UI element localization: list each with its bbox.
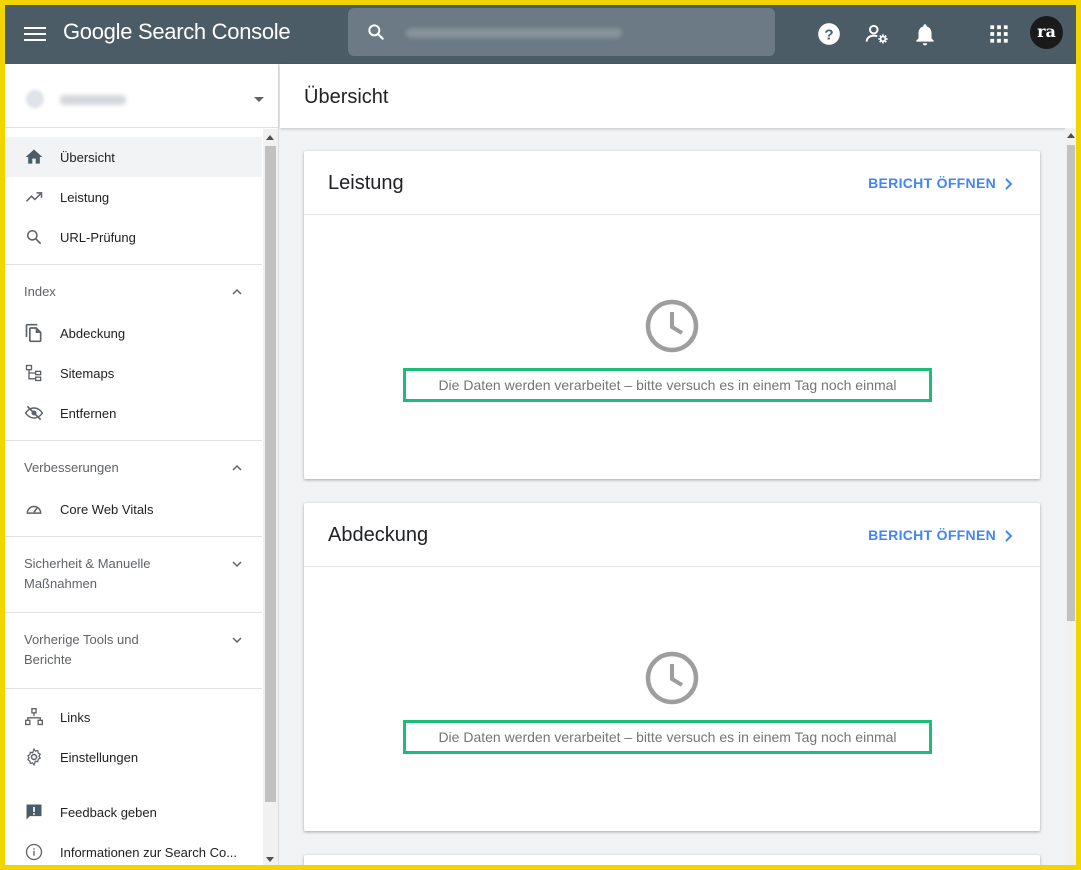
section-label-line-2: Berichte xyxy=(24,652,72,667)
section-header-sicherheit[interactable]: Sicherheit & Manuelle Maßnahmen xyxy=(5,554,262,598)
clock-icon xyxy=(645,651,699,705)
card-abdeckung: Abdeckung BERICHT ÖFFNEN Die Daten werde… xyxy=(304,503,1040,831)
sidebar-item-label: Sitemaps xyxy=(60,366,115,381)
svg-text:?: ? xyxy=(824,26,833,43)
open-report-button[interactable]: BERICHT ÖFFNEN xyxy=(868,175,1016,191)
sidebar-item-core-web-vitals[interactable]: Core Web Vitals xyxy=(5,489,262,529)
account-avatar[interactable]: ra xyxy=(1030,16,1063,49)
sidebar-item-sitemaps[interactable]: Sitemaps xyxy=(5,353,262,393)
search-icon xyxy=(368,24,384,40)
section-label-line-1: Sicherheit & Manuelle xyxy=(24,556,151,571)
sidebar-item-label: URL-Prüfung xyxy=(60,230,136,245)
divider xyxy=(5,264,262,265)
sidebar-item-links[interactable]: Links xyxy=(5,697,262,737)
notifications-icon[interactable] xyxy=(912,21,938,47)
scroll-down-arrow-icon[interactable] xyxy=(266,857,274,862)
divider xyxy=(5,688,262,689)
main-content: Leistung BERICHT ÖFFNEN Die Daten werden… xyxy=(280,128,1076,865)
property-name-blurred xyxy=(60,95,126,105)
visibility-off-icon xyxy=(24,405,44,421)
search-input[interactable] xyxy=(348,8,775,56)
divider xyxy=(5,440,262,441)
sidebar-item-leistung[interactable]: Leistung xyxy=(5,177,262,217)
chevron-up-icon xyxy=(232,464,242,471)
sidebar-nav: Übersicht Leistung URL-Prüfung Index Abd… xyxy=(5,129,263,865)
divider xyxy=(5,612,262,613)
card-divider xyxy=(304,214,1040,215)
sidebar-item-informationen[interactable]: Informationen zur Search Co... xyxy=(5,832,262,865)
section-label-line-1: Vorherige Tools und xyxy=(24,632,139,647)
sidebar-item-label: Core Web Vitals xyxy=(60,502,154,517)
section-header-index[interactable]: Index xyxy=(5,282,262,304)
sidebar-item-label: Entfernen xyxy=(60,406,117,421)
chevron-right-icon xyxy=(1005,530,1013,542)
sidebar-item-label: Übersicht xyxy=(60,150,115,165)
sidebar-item-label: Leistung xyxy=(60,190,110,205)
speedometer-icon xyxy=(26,505,42,514)
help-icon[interactable]: ? xyxy=(816,21,842,47)
menu-icon[interactable] xyxy=(24,23,46,45)
chevron-up-icon xyxy=(232,288,242,295)
search-icon xyxy=(27,230,42,245)
open-report-label: BERICHT ÖFFNEN xyxy=(868,175,996,191)
processing-message: Die Daten werden verarbeitet – bitte ver… xyxy=(403,720,932,754)
apps-grid-icon[interactable] xyxy=(986,21,1012,47)
chevron-right-icon xyxy=(1005,178,1013,190)
sidebar-item-einstellungen[interactable]: Einstellungen xyxy=(5,737,262,777)
sidebar-item-entfernen[interactable]: Entfernen xyxy=(5,393,262,433)
section-header-vorherige-tools[interactable]: Vorherige Tools und Berichte xyxy=(5,630,262,674)
section-label-line-2: Maßnahmen xyxy=(24,576,97,591)
sidebar-item-label: Einstellungen xyxy=(60,750,139,765)
property-favicon xyxy=(26,90,44,108)
processing-message: Die Daten werden verarbeitet – bitte ver… xyxy=(403,368,932,402)
open-report-label: BERICHT ÖFFNEN xyxy=(868,527,996,543)
info-icon xyxy=(25,843,43,861)
trending-up-icon xyxy=(25,192,43,202)
open-report-button[interactable]: BERICHT ÖFFNEN xyxy=(868,527,1016,543)
file-copy-icon xyxy=(25,323,42,343)
divider xyxy=(5,536,262,537)
page-title: Übersicht xyxy=(304,86,389,108)
sidebar-scroll-thumb[interactable] xyxy=(265,146,276,802)
sidebar: Übersicht Leistung URL-Prüfung Index Abd… xyxy=(5,64,279,865)
sidebar-item-label: Abdeckung xyxy=(60,326,126,341)
sitemap-icon xyxy=(25,364,42,382)
product-logo[interactable]: Google Search Console xyxy=(63,19,291,45)
dropdown-caret-icon xyxy=(254,97,264,102)
search-query-blurred xyxy=(406,28,622,38)
card-leistung: Leistung BERICHT ÖFFNEN Die Daten werden… xyxy=(304,151,1040,479)
sidebar-item-label: Informationen zur Search Co... xyxy=(60,845,238,860)
main-scroll-thumb[interactable] xyxy=(1067,145,1075,621)
sidebar-item-uebersicht[interactable]: Übersicht xyxy=(5,137,262,177)
scroll-up-arrow-icon[interactable] xyxy=(1067,133,1075,138)
sidebar-item-feedback[interactable]: Feedback geben xyxy=(5,792,262,832)
chevron-down-icon xyxy=(232,637,242,644)
link-structure-icon xyxy=(25,708,43,726)
top-app-bar: Google Search Console ? ra xyxy=(5,5,1076,64)
page-header: Übersicht xyxy=(280,64,1076,128)
card-title: Abdeckung xyxy=(328,524,429,546)
card-title: Leistung xyxy=(328,172,404,194)
sidebar-item-label: Links xyxy=(60,710,91,725)
card-divider xyxy=(304,566,1040,567)
chevron-down-icon xyxy=(232,561,242,568)
feedback-icon xyxy=(26,804,42,820)
sidebar-item-label: Feedback geben xyxy=(60,805,157,820)
sidebar-item-abdeckung[interactable]: Abdeckung xyxy=(5,313,262,353)
clock-icon xyxy=(645,299,699,353)
sidebar-item-url-pruefung[interactable]: URL-Prüfung xyxy=(5,217,262,257)
settings-icon xyxy=(26,747,42,767)
section-label: Verbesserungen xyxy=(24,460,119,475)
card-next-partial xyxy=(304,855,1040,865)
scroll-up-arrow-icon[interactable] xyxy=(266,135,274,140)
property-selector[interactable] xyxy=(5,64,278,128)
app-window: Google Search Console ? ra Übersicht Lei… xyxy=(5,5,1076,865)
manage-users-icon[interactable] xyxy=(864,21,890,47)
home-icon xyxy=(25,149,43,164)
section-header-verbesserungen[interactable]: Verbesserungen xyxy=(5,458,262,480)
section-label: Index xyxy=(24,284,56,299)
